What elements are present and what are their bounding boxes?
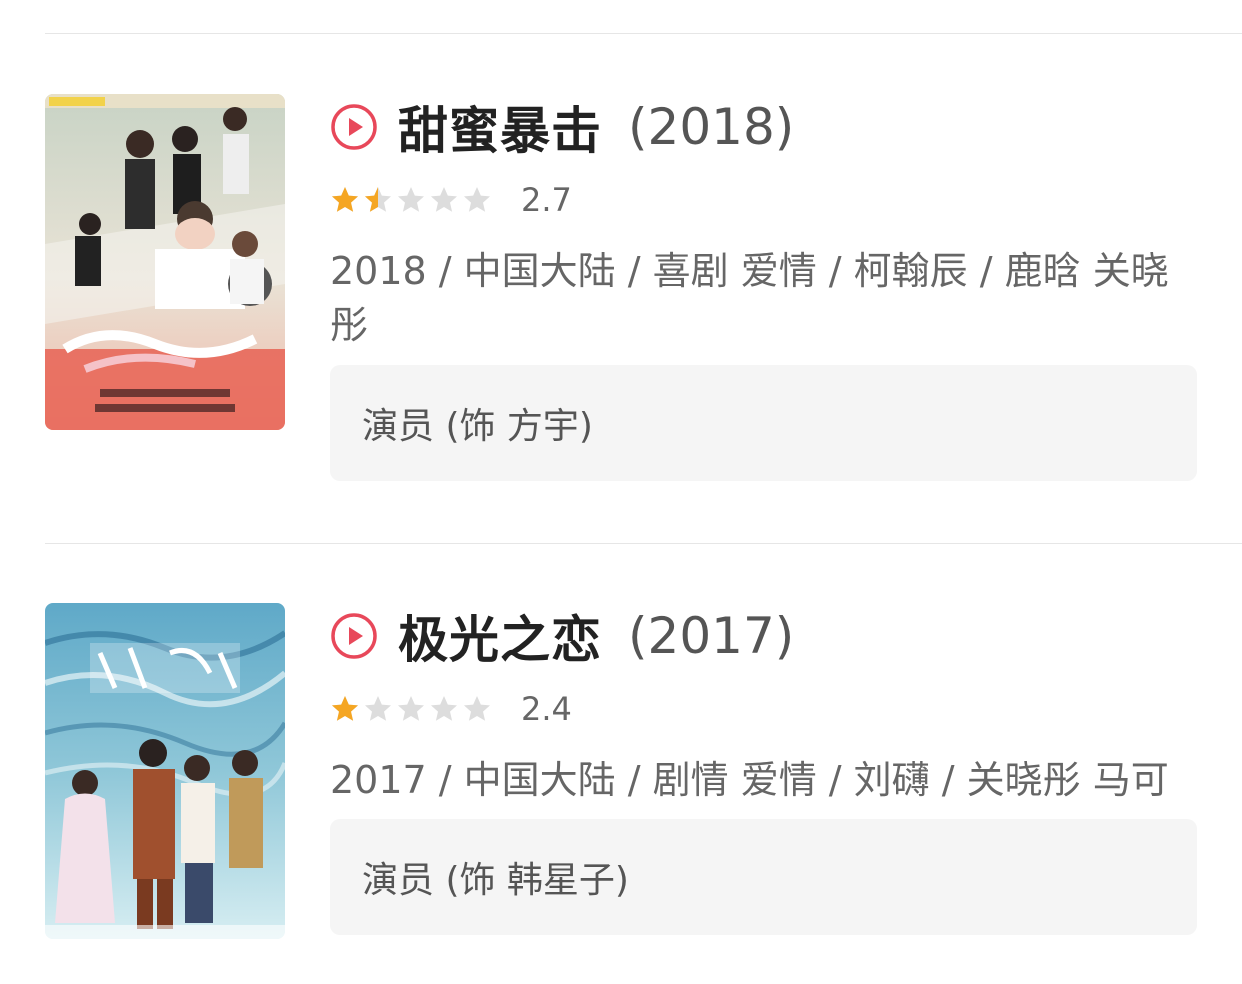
star-rating <box>330 694 495 724</box>
movie-poster[interactable] <box>45 603 285 939</box>
rating-score: 2.4 <box>521 690 572 728</box>
star-icon <box>365 696 391 721</box>
rating-score: 2.7 <box>521 181 572 219</box>
movie-poster[interactable] <box>45 94 285 430</box>
play-icon[interactable] <box>330 103 378 151</box>
movie-year: (2018) <box>628 98 795 156</box>
item-divider <box>45 543 1242 544</box>
role-text: 演员 (饰 韩星子) <box>362 860 629 901</box>
title-row[interactable]: 甜蜜暴击 (2018) <box>330 94 1210 160</box>
movie-meta: 2018 / 中国大陆 / 喜剧 爱情 / 柯翰辰 / 鹿晗 关晓彤 <box>330 249 1169 347</box>
star-icon <box>431 696 457 721</box>
poster-image-icon <box>45 94 285 430</box>
movie-title[interactable]: 甜蜜暴击 <box>398 91 602 163</box>
movie-info: 甜蜜暴击 (2018) 2.7 2018 / 中国大陆 / 喜剧 爱情 / 柯翰… <box>330 94 1210 352</box>
star-icon <box>464 187 490 212</box>
star-icon <box>464 696 490 721</box>
movie-title[interactable]: 极光之恋 <box>398 600 602 672</box>
role-box: 演员 (饰 韩星子) <box>330 819 1197 935</box>
play-icon[interactable] <box>330 612 378 660</box>
top-divider <box>45 33 1242 34</box>
movie-info: 极光之恋 (2017) 2.4 2017 / 中国大陆 / 剧情 爱情 / 刘礴… <box>330 603 1210 807</box>
rating-row: 2.7 <box>330 181 1210 219</box>
filmography-list: 甜蜜暴击 (2018) 2.7 2018 / 中国大陆 / 喜剧 爱情 / 柯翰… <box>0 0 1242 984</box>
star-icon <box>365 187 391 212</box>
star-icon <box>431 187 457 212</box>
poster-image-icon <box>45 603 285 939</box>
movie-year: (2017) <box>628 607 795 665</box>
title-row[interactable]: 极光之恋 (2017) <box>330 603 1210 669</box>
rating-row: 2.4 <box>330 690 1210 728</box>
star-icon <box>332 696 358 721</box>
star-icon <box>398 187 424 212</box>
role-text: 演员 (饰 方宇) <box>362 406 593 447</box>
star-rating <box>330 185 495 215</box>
star-icon <box>398 696 424 721</box>
movie-meta: 2017 / 中国大陆 / 剧情 爱情 / 刘礴 / 关晓彤 马可 <box>330 758 1169 802</box>
star-icon <box>332 187 358 212</box>
role-box: 演员 (饰 方宇) <box>330 365 1197 481</box>
